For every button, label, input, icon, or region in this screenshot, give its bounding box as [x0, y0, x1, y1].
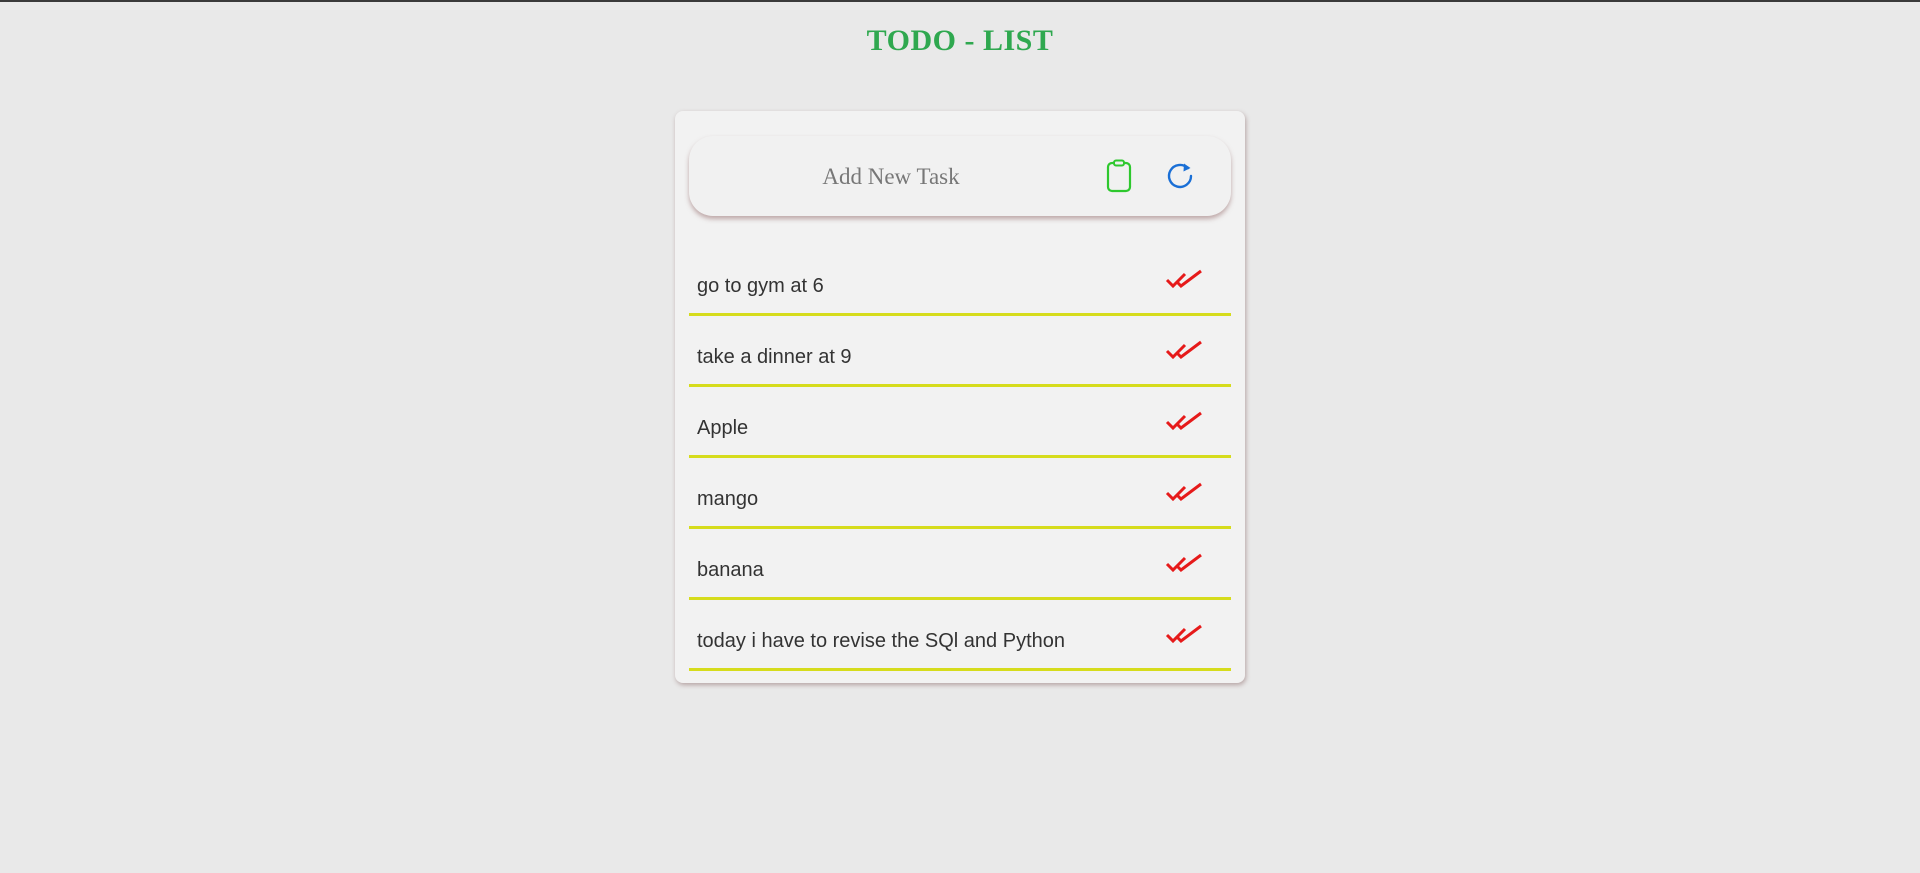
task-item: banana — [689, 529, 1231, 600]
todo-card: go to gym at 6 take a dinner at 9 Apple … — [675, 111, 1245, 683]
double-check-icon[interactable] — [1165, 265, 1205, 295]
task-text: go to gym at 6 — [697, 275, 824, 297]
task-input-bar — [689, 136, 1231, 218]
refresh-icon — [1167, 163, 1193, 189]
task-list: go to gym at 6 take a dinner at 9 Apple … — [689, 245, 1231, 671]
task-text: today i have to revise the SQl and Pytho… — [697, 630, 1065, 652]
task-text: take a dinner at 9 — [697, 346, 852, 368]
task-text: Apple — [697, 417, 749, 439]
add-task-button[interactable] — [1099, 156, 1139, 196]
task-text: banana — [697, 559, 764, 581]
add-task-input[interactable] — [689, 136, 1093, 218]
task-item: Apple — [689, 387, 1231, 458]
double-check-icon[interactable] — [1165, 407, 1205, 437]
refresh-button[interactable] — [1160, 156, 1200, 196]
double-check-icon[interactable] — [1165, 620, 1205, 650]
task-item: go to gym at 6 — [689, 245, 1231, 316]
task-item: today i have to revise the SQl and Pytho… — [689, 600, 1231, 671]
double-check-icon[interactable] — [1165, 336, 1205, 366]
task-item: mango — [689, 458, 1231, 529]
page-title: TODO - LIST — [866, 24, 1054, 57]
clipboard-icon — [1106, 159, 1132, 193]
task-item: take a dinner at 9 — [689, 316, 1231, 387]
double-check-icon[interactable] — [1165, 549, 1205, 579]
window-top-border — [0, 0, 1920, 2]
task-text: mango — [697, 488, 759, 510]
double-check-icon[interactable] — [1165, 478, 1205, 508]
